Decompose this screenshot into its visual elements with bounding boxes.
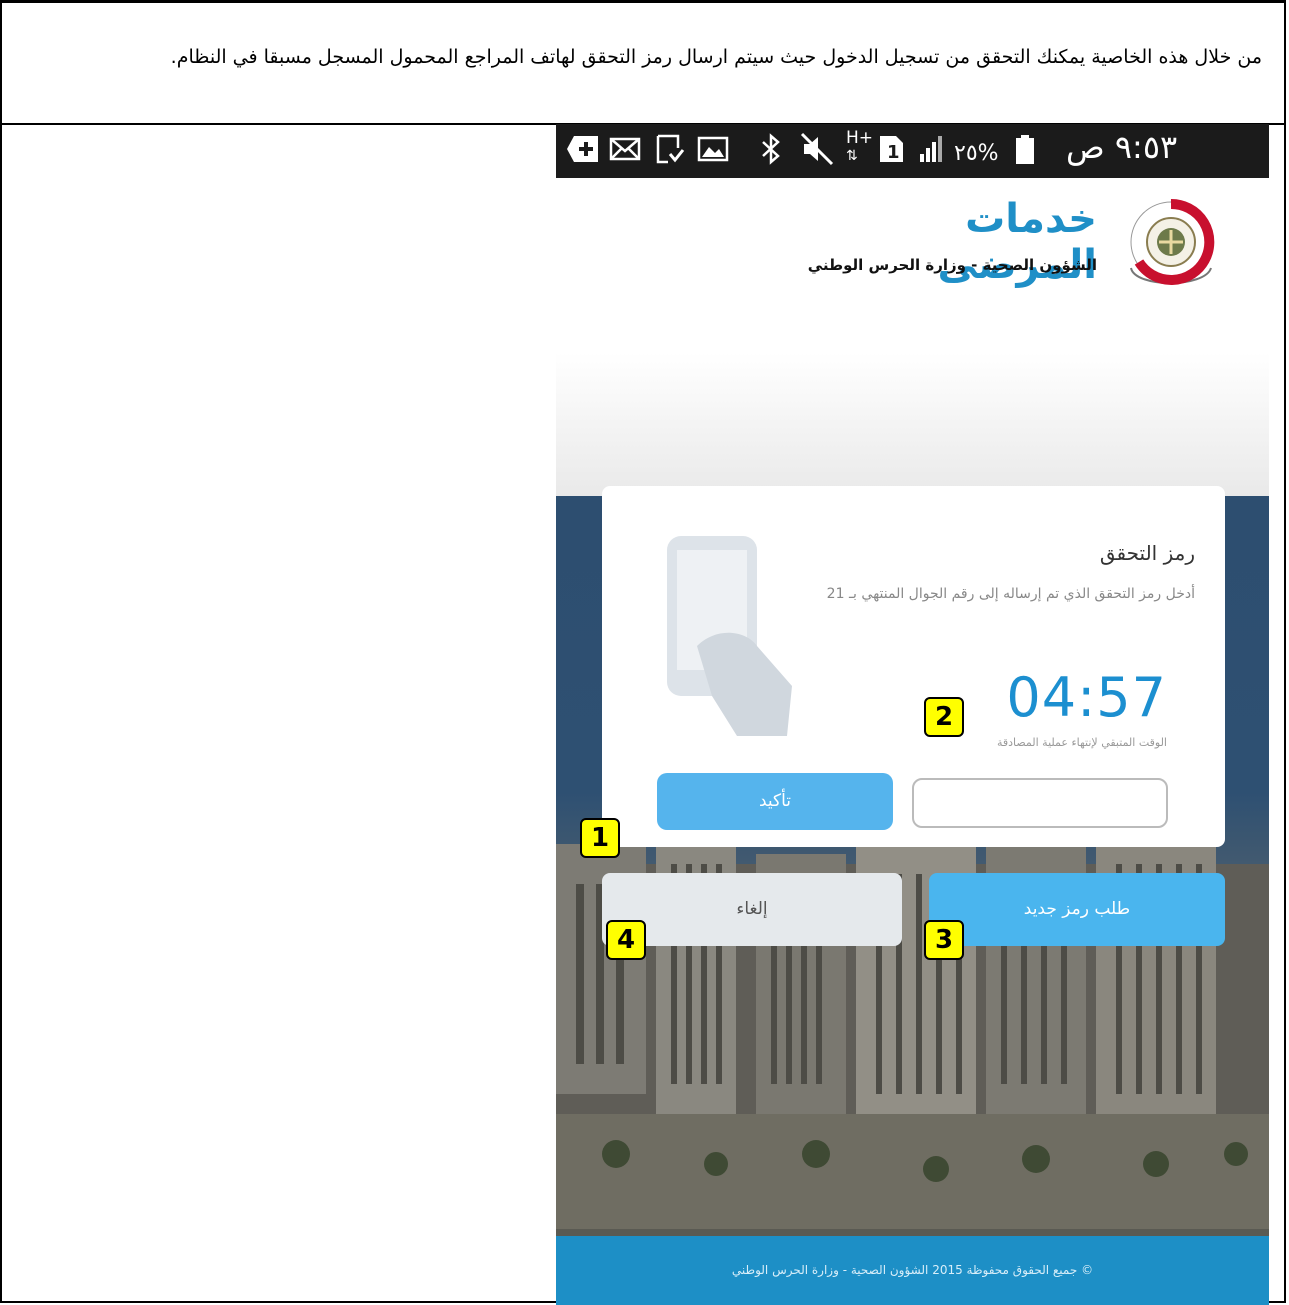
signal-icon bbox=[916, 132, 950, 175]
emblem-icon bbox=[1130, 198, 1215, 285]
caption-text: من خلال هذه الخاصية يمكنك التحقق من تسجي… bbox=[170, 46, 1262, 68]
app-header: خدمات المرضى الشؤون الصحية - وزارة الحرس… bbox=[556, 178, 1269, 496]
annotation-badge-4: 4 bbox=[606, 920, 646, 960]
annotation-badge-3: 3 bbox=[924, 920, 964, 960]
logo: خدمات المرضى الشؤون الصحية - وزارة الحرس… bbox=[792, 190, 1237, 296]
app-title: خدمات المرضى bbox=[937, 196, 1097, 288]
card-title: رمز التحقق bbox=[1099, 541, 1195, 565]
plus-icon bbox=[566, 132, 600, 175]
annotation-badge-2: 2 bbox=[924, 697, 964, 737]
network-type: H+ bbox=[846, 128, 874, 148]
timer-label: الوقت المتبقي لإنتهاء عملية المصادقة bbox=[996, 736, 1167, 749]
download-icon bbox=[652, 132, 686, 175]
annotation-badge-1: 1 bbox=[580, 818, 620, 858]
app-subtitle: الشؤون الصحية - وزارة الحرس الوطني bbox=[807, 256, 1097, 274]
mail-icon bbox=[608, 132, 642, 175]
verification-card: رمز التحقق أدخل رمز التحقق الذي تم إرسال… bbox=[602, 486, 1225, 847]
battery-percent: ٢٥% bbox=[954, 141, 999, 166]
clock: ٩:٥٣ ص bbox=[1066, 128, 1178, 166]
mute-icon bbox=[800, 132, 834, 175]
battery-icon bbox=[1014, 132, 1036, 175]
request-new-code-button[interactable]: طلب رمز جديد bbox=[929, 873, 1225, 946]
phone-screenshot: H+ ⇅ 1 ٢٥% ٩:٥٣ ص خدمات المرضى الشؤون الص… bbox=[556, 124, 1269, 1305]
phone-hand-icon bbox=[667, 536, 792, 736]
confirm-button[interactable]: تأكيد bbox=[657, 773, 893, 830]
image-icon bbox=[696, 132, 730, 175]
network-icon: H+ ⇅ bbox=[846, 128, 874, 165]
caption-row: من خلال هذه الخاصية يمكنك التحقق من تسجي… bbox=[2, 2, 1284, 125]
card-description: أدخل رمز التحقق الذي تم إرساله إلى رقم ا… bbox=[826, 586, 1195, 602]
sim-number: 1 bbox=[887, 142, 900, 163]
bluetooth-icon bbox=[756, 132, 786, 175]
countdown-timer: 04:57 bbox=[1006, 666, 1167, 729]
status-bar: H+ ⇅ 1 ٢٥% ٩:٥٣ ص bbox=[556, 124, 1269, 178]
footer: © جميع الحقوق محفوظة 2015 الشؤون الصحية … bbox=[556, 1236, 1269, 1305]
sim-icon: 1 bbox=[876, 132, 906, 175]
verification-code-input[interactable] bbox=[912, 778, 1168, 828]
cancel-button[interactable]: إلغاء bbox=[602, 873, 902, 946]
